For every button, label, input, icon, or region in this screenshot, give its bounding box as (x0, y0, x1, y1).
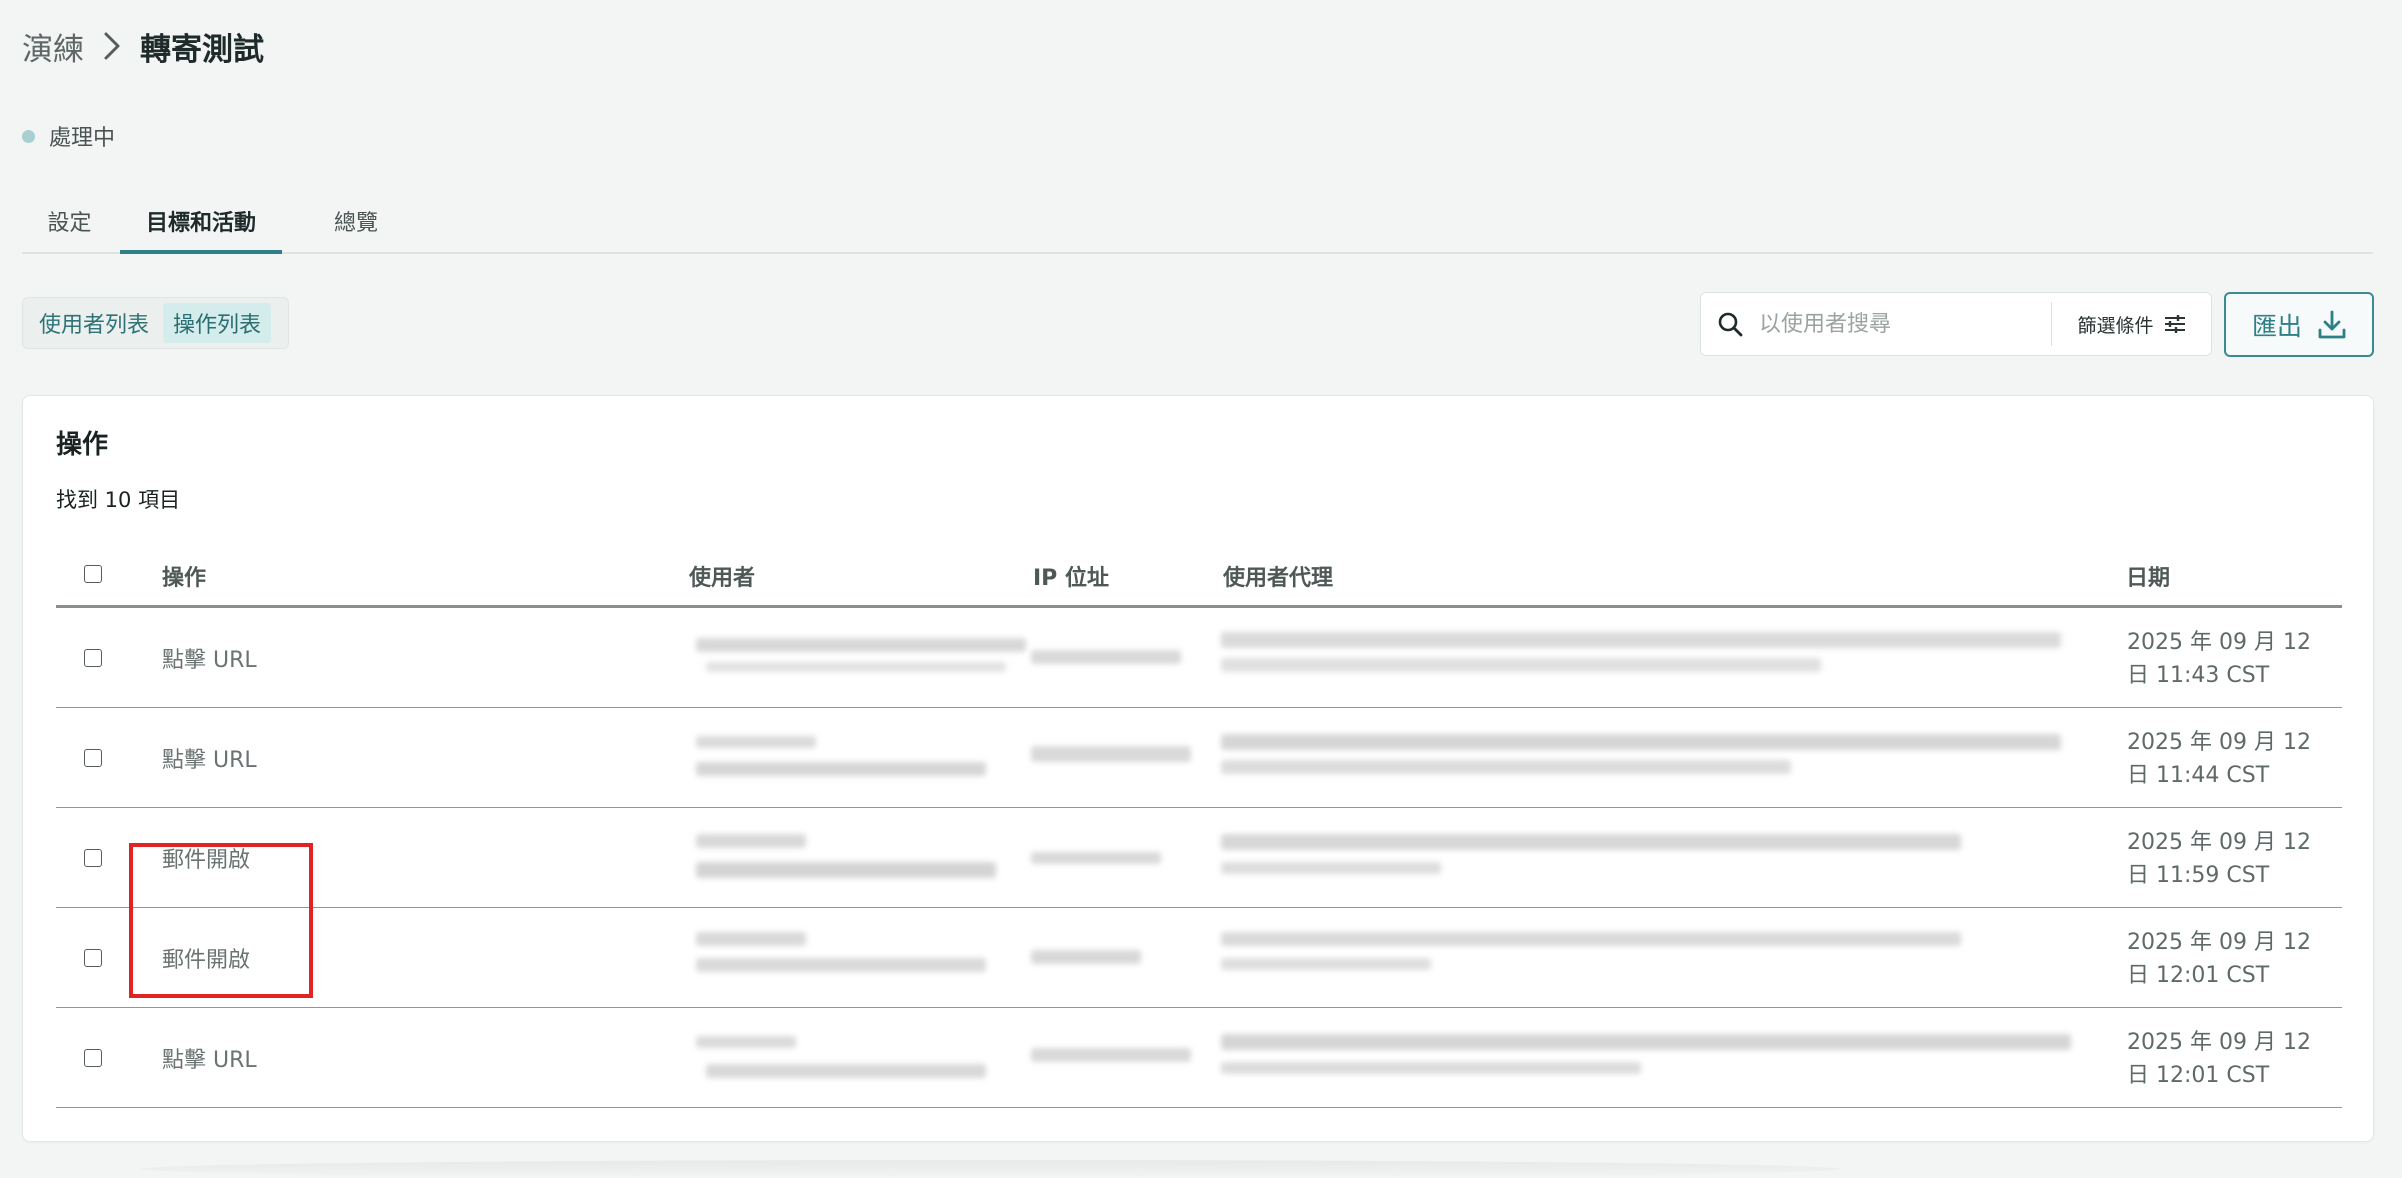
date-line: 日 11:59 CST (2127, 863, 2270, 888)
date-line: 2025 年 09 月 12 (2127, 830, 2311, 855)
date-line: 日 12:01 CST (2127, 1063, 2270, 1088)
bottom-shadow (140, 1160, 1840, 1178)
redacted-user-agent (1221, 760, 1791, 774)
column-header-user[interactable]: 使用者 (689, 560, 755, 592)
result-count: 找到 10 項目 (56, 488, 181, 512)
list-view-toggle: 使用者列表 操作列表 (22, 297, 289, 349)
redacted-user-agent (1221, 632, 2061, 648)
breadcrumb: 演練 轉寄測試 (22, 22, 264, 70)
search-input[interactable] (1759, 294, 2049, 354)
user-list-button[interactable]: 使用者列表 (29, 303, 159, 343)
select-all-checkbox[interactable] (84, 565, 102, 583)
download-icon (2318, 310, 2346, 340)
row-checkbox[interactable] (84, 649, 102, 667)
redacted-ip (1031, 950, 1141, 964)
date-line: 2025 年 09 月 12 (2127, 630, 2311, 655)
redacted-user-agent (1221, 1062, 1641, 1074)
date-line: 2025 年 09 月 12 (2127, 930, 2311, 955)
row-checkbox[interactable] (84, 849, 102, 867)
search-bar: 篩選條件 (1700, 292, 2212, 356)
tab-bar: 設定 目標和活動 總覽 (22, 190, 2373, 254)
search-icon (1701, 293, 1759, 355)
redacted-user-agent (1221, 862, 1441, 874)
redacted-user-agent (1221, 1034, 2071, 1050)
action-cell: 點擊 URL (162, 748, 257, 773)
redacted-user-agent (1221, 958, 1431, 970)
status-indicator: 處理中 (22, 120, 115, 152)
redacted-user (696, 736, 816, 748)
card-title: 操作 (56, 430, 109, 460)
table-row[interactable]: 點擊 URL 2025 年 09 月 12 日 12:01 CST (56, 1008, 2342, 1108)
sliders-icon (2164, 314, 2186, 334)
action-cell: 點擊 URL (162, 1048, 257, 1073)
date-line: 日 11:43 CST (2127, 663, 2270, 688)
tab-targets-and-activity[interactable]: 目標和活動 (120, 190, 282, 254)
page-title: 轉寄測試 (140, 31, 264, 68)
redacted-user (696, 638, 1026, 652)
redacted-user (696, 762, 986, 776)
export-label: 匯出 (2251, 311, 2302, 341)
table-row[interactable]: 郵件開啟 2025 年 09 月 12 日 11:59 CST (56, 808, 2342, 908)
redacted-user-agent (1221, 932, 1961, 946)
action-list-button[interactable]: 操作列表 (163, 303, 272, 343)
actions-table: 操作 使用者 IP 位址 使用者代理 日期 點擊 URL 2025 年 09 月… (56, 546, 2342, 1108)
redacted-ip (1031, 1048, 1191, 1062)
status-text: 處理中 (49, 126, 116, 151)
redacted-user (696, 1036, 796, 1048)
filter-label: 篩選條件 (2077, 314, 2154, 337)
action-cell: 郵件開啟 (162, 848, 251, 873)
redacted-user-agent (1221, 734, 2061, 750)
redacted-user (706, 662, 1006, 672)
redacted-user (696, 958, 986, 972)
redacted-user-agent (1221, 834, 1961, 850)
date-line: 2025 年 09 月 12 (2127, 1030, 2311, 1055)
date-line: 日 12:01 CST (2127, 963, 2270, 988)
column-header-user-agent[interactable]: 使用者代理 (1223, 560, 1333, 592)
date-line: 2025 年 09 月 12 (2127, 730, 2311, 755)
filter-button[interactable]: 篩選條件 (2052, 293, 2211, 355)
tab-overview[interactable]: 總覽 (285, 190, 427, 252)
redacted-user (696, 834, 806, 848)
column-header-ip[interactable]: IP 位址 (1033, 560, 1109, 592)
column-header-date[interactable]: 日期 (2126, 560, 2170, 592)
row-checkbox[interactable] (84, 749, 102, 767)
column-header-action[interactable]: 操作 (162, 560, 206, 592)
redacted-user (696, 932, 806, 946)
redacted-user-agent (1221, 658, 1821, 672)
status-dot-icon (22, 129, 35, 143)
chevron-right-icon (84, 22, 140, 70)
table-header: 操作 使用者 IP 位址 使用者代理 日期 (56, 546, 2342, 608)
table-row[interactable]: 郵件開啟 2025 年 09 月 12 日 12:01 CST (56, 908, 2342, 1008)
date-cell: 2025 年 09 月 12 日 11:44 CST (2127, 726, 2327, 792)
breadcrumb-parent-link[interactable]: 演練 (22, 24, 84, 69)
date-cell: 2025 年 09 月 12 日 11:59 CST (2127, 826, 2327, 892)
row-checkbox[interactable] (84, 1049, 102, 1067)
redacted-user (706, 1064, 986, 1078)
actions-card: 操作 找到 10 項目 操作 使用者 IP 位址 使用者代理 日期 點擊 URL… (22, 395, 2374, 1142)
action-cell: 點擊 URL (162, 648, 257, 673)
table-row[interactable]: 點擊 URL 2025 年 09 月 12 日 11:43 CST (56, 608, 2342, 708)
tab-settings[interactable]: 設定 (22, 190, 117, 252)
redacted-ip (1031, 746, 1191, 762)
redacted-ip (1031, 852, 1161, 864)
export-button[interactable]: 匯出 (2224, 292, 2374, 357)
date-cell: 2025 年 09 月 12 日 12:01 CST (2127, 926, 2327, 992)
action-cell: 郵件開啟 (162, 948, 251, 973)
redacted-ip (1031, 650, 1181, 664)
table-row[interactable]: 點擊 URL 2025 年 09 月 12 日 11:44 CST (56, 708, 2342, 808)
date-cell: 2025 年 09 月 12 日 12:01 CST (2127, 1026, 2327, 1092)
redacted-user (696, 862, 996, 878)
date-line: 日 11:44 CST (2127, 763, 2270, 788)
row-checkbox[interactable] (84, 949, 102, 967)
date-cell: 2025 年 09 月 12 日 11:43 CST (2127, 626, 2327, 692)
